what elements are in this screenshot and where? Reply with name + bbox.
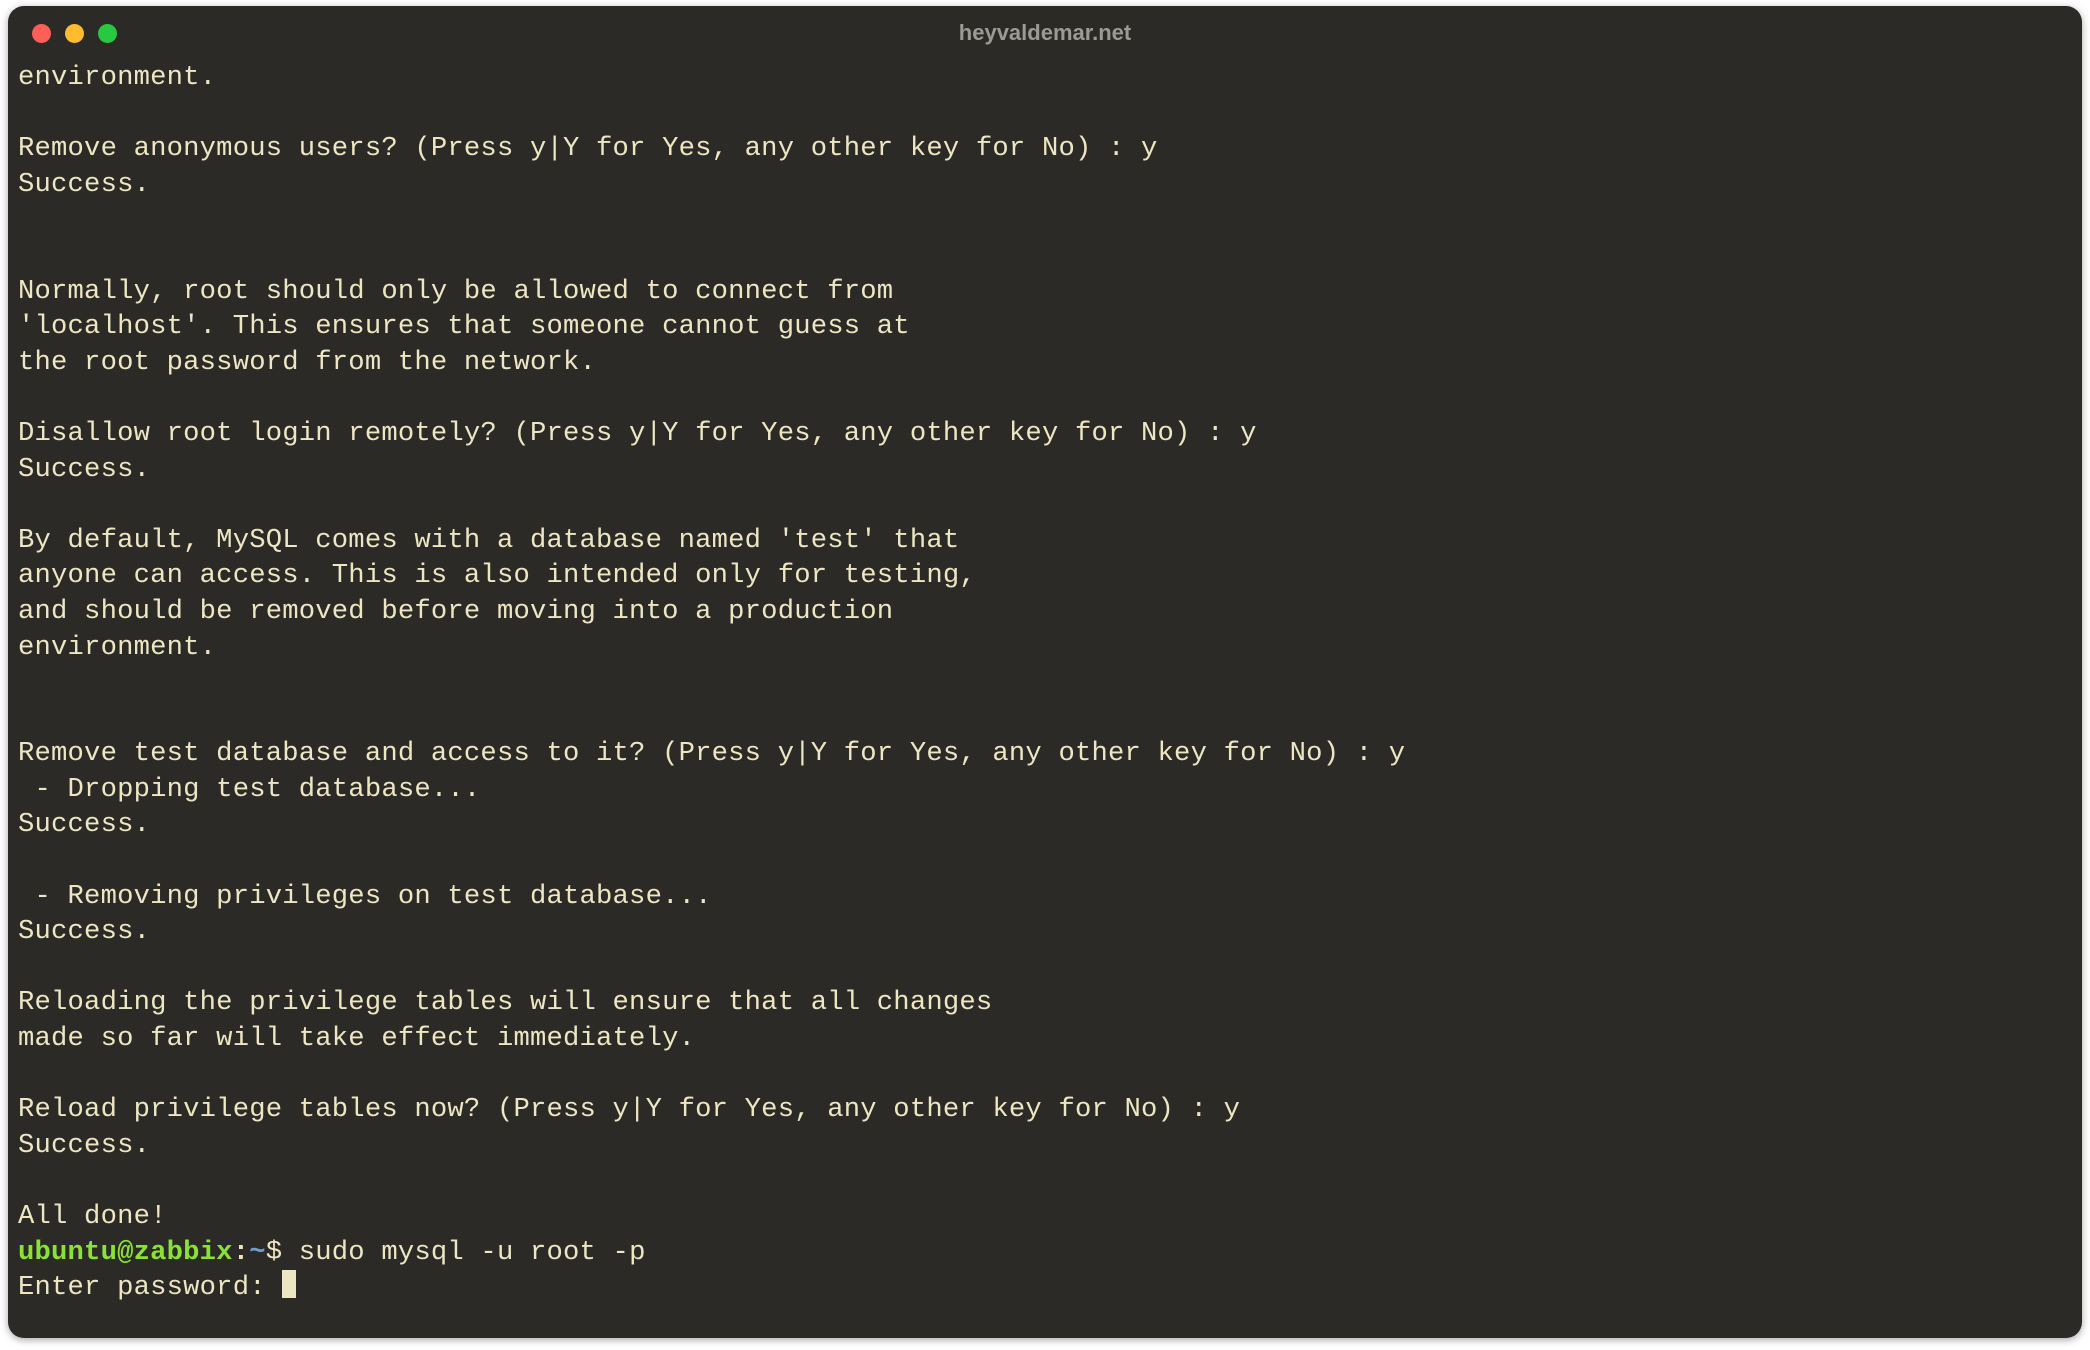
window-title: heyvaldemar.net xyxy=(8,20,2082,46)
terminal-line: 'localhost'. This ensures that someone c… xyxy=(18,311,910,342)
terminal-line: Normally, root should only be allowed to… xyxy=(18,276,893,307)
prompt-user: ubuntu xyxy=(18,1237,117,1268)
traffic-lights xyxy=(32,24,117,43)
terminal-line: Reload privilege tables now? (Press y|Y … xyxy=(18,1094,1240,1125)
terminal-line: Success. xyxy=(18,169,150,200)
terminal-line: Success. xyxy=(18,809,150,840)
terminal-line: By default, MySQL comes with a database … xyxy=(18,525,959,556)
terminal-line: environment. xyxy=(18,62,216,93)
terminal-line: and should be removed before moving into… xyxy=(18,596,893,627)
close-icon[interactable] xyxy=(32,24,51,43)
terminal-line: - Removing privileges on test database..… xyxy=(18,881,712,912)
terminal-line: made so far will take effect immediately… xyxy=(18,1023,695,1054)
terminal-output[interactable]: environment. Remove anonymous users? (Pr… xyxy=(8,60,2082,1312)
prompt-path: ~ xyxy=(249,1237,266,1268)
password-prompt: Enter password: xyxy=(18,1272,282,1303)
terminal-line: Success. xyxy=(18,1130,150,1161)
cursor-icon xyxy=(282,1270,296,1298)
terminal-line: All done! xyxy=(18,1201,167,1232)
terminal-line: Success. xyxy=(18,454,150,485)
prompt-dollar: $ xyxy=(266,1237,283,1268)
terminal-line: the root password from the network. xyxy=(18,347,596,378)
terminal-line: Disallow root login remotely? (Press y|Y… xyxy=(18,418,1257,449)
prompt-colon: : xyxy=(233,1237,250,1268)
minimize-icon[interactable] xyxy=(65,24,84,43)
terminal-line: Success. xyxy=(18,916,150,947)
maximize-icon[interactable] xyxy=(98,24,117,43)
titlebar: heyvaldemar.net xyxy=(8,6,2082,60)
terminal-line: Reloading the privilege tables will ensu… xyxy=(18,987,992,1018)
terminal-line: anyone can access. This is also intended… xyxy=(18,560,976,591)
terminal-line: Remove anonymous users? (Press y|Y for Y… xyxy=(18,133,1158,164)
terminal-line: - Dropping test database... xyxy=(18,774,480,805)
prompt-host: zabbix xyxy=(134,1237,233,1268)
command-input[interactable]: sudo mysql -u root -p xyxy=(282,1237,645,1268)
prompt-at: @ xyxy=(117,1237,134,1268)
terminal-line: environment. xyxy=(18,632,216,663)
terminal-window: heyvaldemar.net environment. Remove anon… xyxy=(8,6,2082,1338)
terminal-line: Remove test database and access to it? (… xyxy=(18,738,1405,769)
